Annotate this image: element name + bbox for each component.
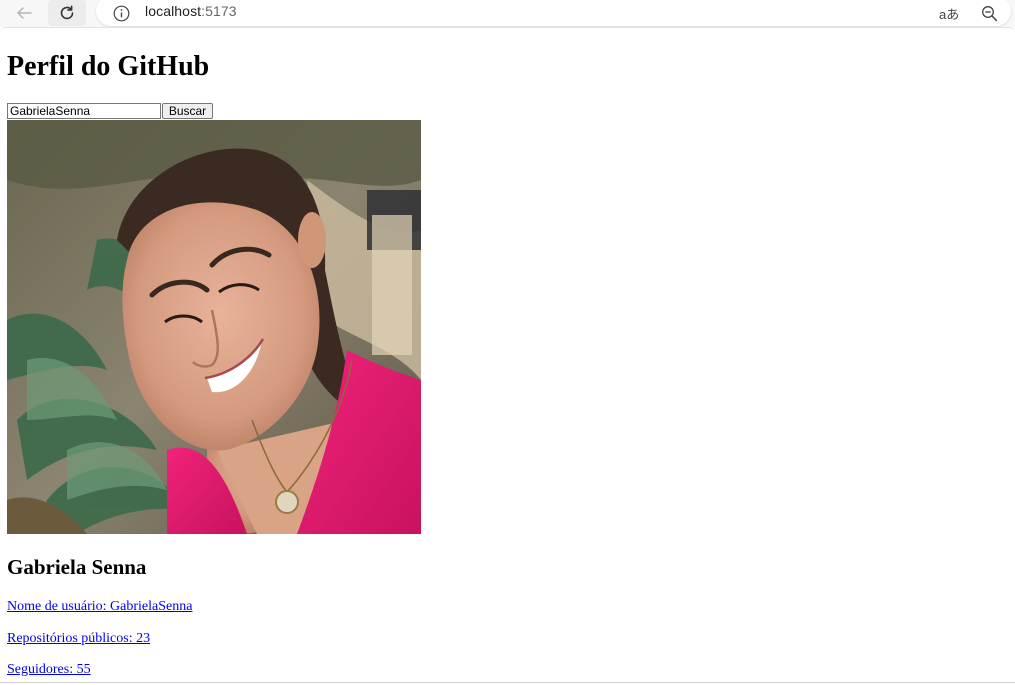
avatar-photo [7,120,421,534]
address-bar[interactable]: localhost:5173 aあ [96,0,1011,26]
username-search-input[interactable] [7,103,161,119]
translate-icon[interactable]: aあ [939,4,959,23]
reload-icon [60,5,74,20]
url-host: localhost [145,3,202,19]
profile-name: Gabriela Senna [7,555,147,579]
page-title: Perfil do GitHub [7,51,210,82]
public-repos-link[interactable]: Repositórios públicos: 23 [7,631,150,647]
avatar [7,120,421,534]
reload-button[interactable] [48,0,86,26]
username-link[interactable]: Nome de usuário: GabrielaSenna [7,599,192,615]
zoom-out-icon[interactable] [981,5,998,22]
url-text[interactable]: localhost:5173 [145,3,237,19]
search-button[interactable]: Buscar [162,103,213,119]
info-icon[interactable] [113,5,130,22]
back-button[interactable] [5,0,43,26]
browser-toolbar: localhost:5173 aあ [0,0,1015,27]
arrow-left-icon [17,7,32,19]
followers-link[interactable]: Seguidores: 55 [7,662,91,678]
url-port: :5173 [201,3,237,19]
page-bottom-border [0,682,1015,683]
